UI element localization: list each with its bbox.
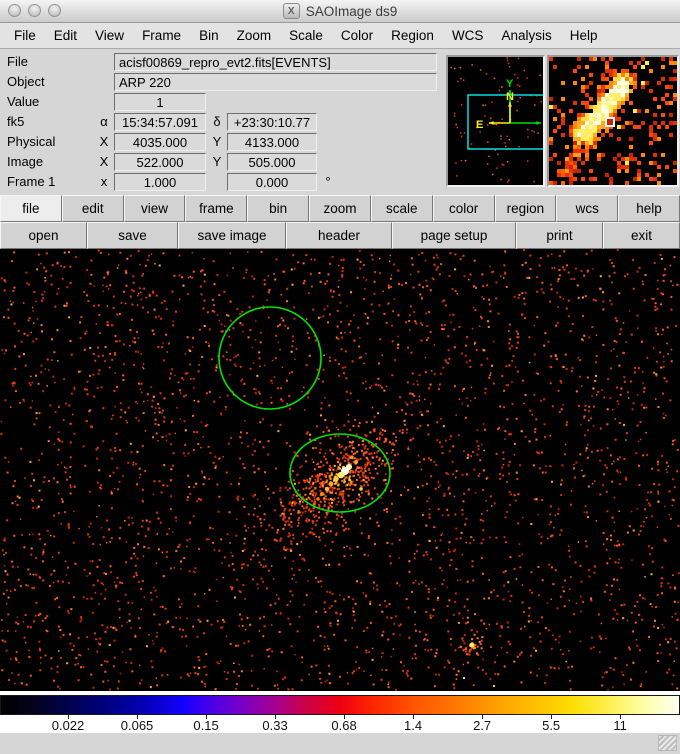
- colorbar-tick-label: 0.15: [193, 718, 219, 733]
- button-color[interactable]: color: [432, 195, 495, 222]
- button-open[interactable]: open: [0, 222, 87, 249]
- info-value2-fk5[interactable]: +23:30:10.77: [227, 113, 317, 131]
- info-label-image: Image: [7, 154, 44, 169]
- toolbar-row-file-actions: open save save image header page setup print e…: [0, 222, 680, 249]
- menu-zoom[interactable]: Zoom: [228, 28, 281, 43]
- colorbar-tick-label: 2.7: [473, 718, 492, 733]
- menu-help[interactable]: Help: [561, 28, 607, 43]
- button-bin[interactable]: bin: [247, 195, 310, 222]
- colorbar-tick-label: 11: [613, 718, 627, 733]
- ds9-window: X SAOImage ds9 File Edit View Frame Bin Zoom S…: [0, 0, 680, 754]
- title-group: X SAOImage ds9: [0, 0, 680, 22]
- button-zoom[interactable]: zoom: [309, 195, 371, 222]
- info-value2-physical[interactable]: 4133.000: [227, 133, 317, 151]
- panner-north-label: N: [506, 91, 514, 103]
- menu-color[interactable]: Color: [332, 28, 382, 43]
- menu-wcs[interactable]: WCS: [443, 28, 493, 43]
- menu-scale[interactable]: Scale: [280, 28, 332, 43]
- info-sub2-fk5: δ: [213, 114, 221, 129]
- fits-image[interactable]: [0, 249, 680, 691]
- info-sub1-physical: X: [99, 134, 109, 149]
- info-label-fk5: fk5: [7, 114, 25, 129]
- button-edit[interactable]: edit: [61, 195, 124, 222]
- info-value1-image[interactable]: 522.000: [114, 153, 206, 171]
- magnifier-view[interactable]: [549, 57, 677, 185]
- menu-frame[interactable]: Frame: [133, 28, 190, 43]
- panner-east-label: E: [476, 119, 483, 131]
- info-sub2-image: Y: [212, 154, 222, 169]
- info-label-file: File: [7, 54, 28, 69]
- info-sub1-frame-1: x: [100, 174, 108, 189]
- info-label-object: Object: [7, 74, 45, 89]
- info-value1-fk5[interactable]: 15:34:57.091: [114, 113, 206, 131]
- info-value1-physical[interactable]: 4035.000: [114, 133, 206, 151]
- menu-file[interactable]: File: [5, 28, 45, 43]
- info-sub1-image: X: [99, 154, 109, 169]
- info-label-frame-1: Frame 1: [7, 174, 56, 189]
- toolbar-row-categories: file edit view frame bin zoom scale color region…: [0, 195, 680, 222]
- button-region[interactable]: region: [494, 195, 557, 222]
- menu-edit[interactable]: Edit: [45, 28, 86, 43]
- resize-grip-icon[interactable]: [658, 735, 677, 751]
- button-save[interactable]: save: [87, 222, 178, 249]
- colorbar-zone: 0.022 0.065 0.15 0.33 0.68 1.4 2.7 5.5 11: [0, 691, 680, 733]
- magnifier-panel[interactable]: [547, 55, 679, 187]
- menu-view[interactable]: View: [86, 28, 133, 43]
- button-file[interactable]: file: [0, 195, 62, 222]
- info-value2-image[interactable]: 505.000: [227, 153, 317, 171]
- menu-analysis[interactable]: Analysis: [492, 28, 560, 43]
- info-suffix-degree: °: [325, 174, 331, 189]
- panner-view[interactable]: YN E: [448, 57, 545, 185]
- colorbar-tick-label: 0.68: [331, 718, 357, 733]
- window-title: SAOImage ds9: [305, 3, 398, 19]
- menu-region[interactable]: Region: [382, 28, 443, 43]
- info-sub1-fk5: α: [100, 114, 108, 129]
- info-label-value: Value: [7, 94, 40, 109]
- info-label-physical: Physical: [7, 134, 56, 149]
- button-save-image[interactable]: save image: [178, 222, 286, 249]
- button-help[interactable]: help: [618, 195, 680, 222]
- info-value1-value[interactable]: 1: [114, 93, 206, 111]
- button-exit[interactable]: exit: [603, 222, 680, 249]
- image-display-area[interactable]: [0, 249, 680, 691]
- title-bar[interactable]: X SAOImage ds9: [0, 0, 680, 23]
- colorbar-tick-label: 0.065: [120, 718, 154, 733]
- x11-icon: X: [282, 3, 300, 19]
- button-frame[interactable]: frame: [185, 195, 248, 222]
- button-view[interactable]: view: [123, 195, 186, 222]
- button-header[interactable]: header: [286, 222, 392, 249]
- button-wcs[interactable]: wcs: [556, 195, 619, 222]
- colorbar-tick-label: 0.022: [51, 718, 85, 733]
- magnifier-cursor: [605, 117, 615, 127]
- menu-bar: File Edit View Frame Bin Zoom Scale Color Region…: [0, 23, 680, 49]
- info-value2-frame-1[interactable]: 0.000: [227, 173, 317, 191]
- colorbar-tick-label: 0.33: [262, 718, 288, 733]
- menu-bin[interactable]: Bin: [190, 28, 228, 43]
- button-page-setup[interactable]: page setup: [392, 222, 516, 249]
- panner-panel[interactable]: YN E: [446, 55, 545, 187]
- info-sub2-physical: Y: [212, 134, 222, 149]
- info-value1-frame-1[interactable]: 1.000: [114, 173, 206, 191]
- panner-y-axis-label: Y: [506, 78, 514, 90]
- button-scale[interactable]: scale: [370, 195, 433, 222]
- button-print[interactable]: print: [516, 222, 603, 249]
- colorbar-tick-label: 5.5: [542, 718, 561, 733]
- info-value1-file[interactable]: acisf00869_repro_evt2.fits[EVENTS]: [114, 53, 437, 71]
- colorbar-tick-label: 1.4: [404, 718, 423, 733]
- info-value1-object[interactable]: ARP 220: [114, 73, 437, 91]
- colorbar[interactable]: [0, 695, 680, 715]
